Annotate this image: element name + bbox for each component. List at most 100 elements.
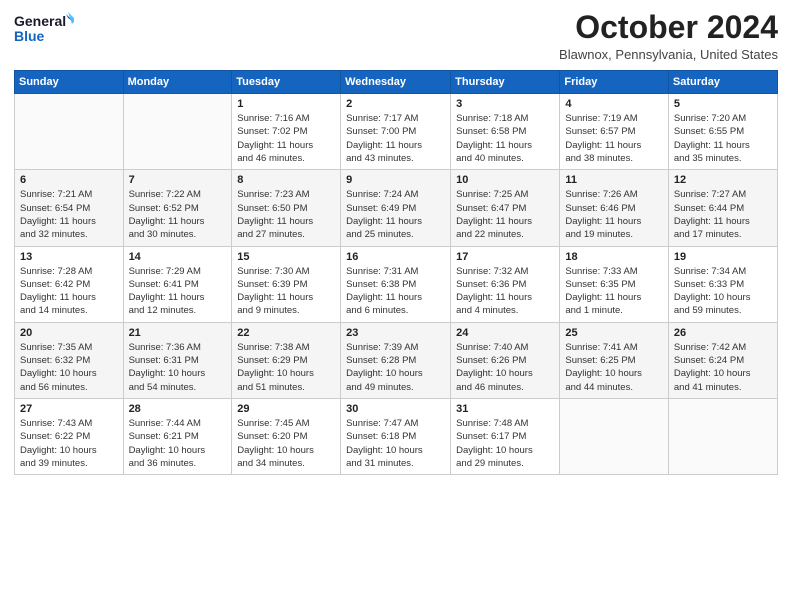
day-detail: Sunrise: 7:41 AM Sunset: 6:25 PM Dayligh… <box>565 341 663 394</box>
cell-w4-d1: 20 Sunrise: 7:35 AM Sunset: 6:32 PM Dayli… <box>15 322 124 398</box>
day-number: 7 <box>129 174 227 186</box>
day-number: 18 <box>565 251 663 263</box>
day-detail: Sunrise: 7:19 AM Sunset: 6:57 PM Dayligh… <box>565 112 663 165</box>
day-detail: Sunrise: 7:34 AM Sunset: 6:33 PM Dayligh… <box>674 265 772 318</box>
day-number: 20 <box>20 327 118 339</box>
day-detail: Sunrise: 7:44 AM Sunset: 6:21 PM Dayligh… <box>129 417 227 470</box>
day-number: 26 <box>674 327 772 339</box>
cell-w3-d6: 18 Sunrise: 7:33 AM Sunset: 6:35 PM Dayli… <box>560 246 669 322</box>
day-detail: Sunrise: 7:24 AM Sunset: 6:49 PM Dayligh… <box>346 188 445 241</box>
day-detail: Sunrise: 7:22 AM Sunset: 6:52 PM Dayligh… <box>129 188 227 241</box>
day-number: 25 <box>565 327 663 339</box>
day-detail: Sunrise: 7:18 AM Sunset: 6:58 PM Dayligh… <box>456 112 554 165</box>
day-detail: Sunrise: 7:38 AM Sunset: 6:29 PM Dayligh… <box>237 341 335 394</box>
day-detail: Sunrise: 7:23 AM Sunset: 6:50 PM Dayligh… <box>237 188 335 241</box>
cell-w3-d5: 17 Sunrise: 7:32 AM Sunset: 6:36 PM Dayli… <box>451 246 560 322</box>
header: General Blue October 2024 Blawnox, Penns… <box>14 10 778 62</box>
day-number: 14 <box>129 251 227 263</box>
cell-w1-d5: 3 Sunrise: 7:18 AM Sunset: 6:58 PM Daylig… <box>451 94 560 170</box>
day-detail: Sunrise: 7:30 AM Sunset: 6:39 PM Dayligh… <box>237 265 335 318</box>
day-detail: Sunrise: 7:29 AM Sunset: 6:41 PM Dayligh… <box>129 265 227 318</box>
day-number: 5 <box>674 98 772 110</box>
day-number: 31 <box>456 403 554 415</box>
title-area: October 2024 Blawnox, Pennsylvania, Unit… <box>559 10 778 62</box>
day-number: 9 <box>346 174 445 186</box>
day-number: 27 <box>20 403 118 415</box>
day-detail: Sunrise: 7:21 AM Sunset: 6:54 PM Dayligh… <box>20 188 118 241</box>
cell-w5-d4: 30 Sunrise: 7:47 AM Sunset: 6:18 PM Dayli… <box>341 398 451 474</box>
cell-w4-d2: 21Sunrise: 7:36 AM Sunset: 6:31 PM Dayli… <box>123 322 232 398</box>
calendar: Sunday Monday Tuesday Wednesday Thursday… <box>14 70 778 475</box>
day-detail: Sunrise: 7:25 AM Sunset: 6:47 PM Dayligh… <box>456 188 554 241</box>
day-detail: Sunrise: 7:47 AM Sunset: 6:18 PM Dayligh… <box>346 417 445 470</box>
day-number: 10 <box>456 174 554 186</box>
day-detail: Sunrise: 7:36 AM Sunset: 6:31 PM Dayligh… <box>129 341 227 394</box>
svg-text:Blue: Blue <box>14 28 45 44</box>
day-detail: Sunrise: 7:33 AM Sunset: 6:35 PM Dayligh… <box>565 265 663 318</box>
col-wednesday: Wednesday <box>341 71 451 94</box>
header-row: Sunday Monday Tuesday Wednesday Thursday… <box>15 71 778 94</box>
cell-w5-d3: 29Sunrise: 7:45 AM Sunset: 6:20 PM Dayli… <box>232 398 341 474</box>
calendar-body: 1Sunrise: 7:16 AM Sunset: 7:02 PM Daylig… <box>15 94 778 475</box>
page: General Blue October 2024 Blawnox, Penns… <box>0 0 792 481</box>
day-detail: Sunrise: 7:48 AM Sunset: 6:17 PM Dayligh… <box>456 417 554 470</box>
col-friday: Friday <box>560 71 669 94</box>
day-number: 12 <box>674 174 772 186</box>
day-number: 28 <box>129 403 227 415</box>
cell-w4-d5: 24Sunrise: 7:40 AM Sunset: 6:26 PM Dayli… <box>451 322 560 398</box>
cell-w5-d7 <box>668 398 777 474</box>
day-number: 22 <box>237 327 335 339</box>
cell-w5-d5: 31 Sunrise: 7:48 AM Sunset: 6:17 PM Dayli… <box>451 398 560 474</box>
cell-w1-d4: 2Sunrise: 7:17 AM Sunset: 7:00 PM Daylig… <box>341 94 451 170</box>
day-number: 3 <box>456 98 554 110</box>
logo-svg: General Blue <box>14 10 74 48</box>
week-row-4: 20 Sunrise: 7:35 AM Sunset: 6:32 PM Dayli… <box>15 322 778 398</box>
cell-w2-d3: 8Sunrise: 7:23 AM Sunset: 6:50 PM Daylig… <box>232 170 341 246</box>
cell-w4-d6: 25 Sunrise: 7:41 AM Sunset: 6:25 PM Dayli… <box>560 322 669 398</box>
cell-w2-d7: 12Sunrise: 7:27 AM Sunset: 6:44 PM Dayli… <box>668 170 777 246</box>
cell-w3-d4: 16Sunrise: 7:31 AM Sunset: 6:38 PM Dayli… <box>341 246 451 322</box>
cell-w5-d2: 28 Sunrise: 7:44 AM Sunset: 6:21 PM Dayli… <box>123 398 232 474</box>
cell-w1-d3: 1Sunrise: 7:16 AM Sunset: 7:02 PM Daylig… <box>232 94 341 170</box>
cell-w3-d1: 13 Sunrise: 7:28 AM Sunset: 6:42 PM Dayli… <box>15 246 124 322</box>
day-number: 4 <box>565 98 663 110</box>
cell-w2-d5: 10 Sunrise: 7:25 AM Sunset: 6:47 PM Dayli… <box>451 170 560 246</box>
cell-w1-d1 <box>15 94 124 170</box>
day-number: 19 <box>674 251 772 263</box>
cell-w2-d6: 11Sunrise: 7:26 AM Sunset: 6:46 PM Dayli… <box>560 170 669 246</box>
cell-w4-d4: 23 Sunrise: 7:39 AM Sunset: 6:28 PM Dayli… <box>341 322 451 398</box>
cell-w3-d3: 15Sunrise: 7:30 AM Sunset: 6:39 PM Dayli… <box>232 246 341 322</box>
day-number: 16 <box>346 251 445 263</box>
day-detail: Sunrise: 7:32 AM Sunset: 6:36 PM Dayligh… <box>456 265 554 318</box>
day-detail: Sunrise: 7:26 AM Sunset: 6:46 PM Dayligh… <box>565 188 663 241</box>
day-number: 13 <box>20 251 118 263</box>
cell-w2-d2: 7 Sunrise: 7:22 AM Sunset: 6:52 PM Daylig… <box>123 170 232 246</box>
day-number: 30 <box>346 403 445 415</box>
cell-w2-d4: 9 Sunrise: 7:24 AM Sunset: 6:49 PM Daylig… <box>341 170 451 246</box>
col-thursday: Thursday <box>451 71 560 94</box>
day-number: 23 <box>346 327 445 339</box>
day-number: 6 <box>20 174 118 186</box>
svg-text:General: General <box>14 13 66 29</box>
week-row-5: 27Sunrise: 7:43 AM Sunset: 6:22 PM Dayli… <box>15 398 778 474</box>
week-row-3: 13 Sunrise: 7:28 AM Sunset: 6:42 PM Dayli… <box>15 246 778 322</box>
cell-w4-d7: 26Sunrise: 7:42 AM Sunset: 6:24 PM Dayli… <box>668 322 777 398</box>
cell-w5-d6 <box>560 398 669 474</box>
col-sunday: Sunday <box>15 71 124 94</box>
col-tuesday: Tuesday <box>232 71 341 94</box>
week-row-1: 1Sunrise: 7:16 AM Sunset: 7:02 PM Daylig… <box>15 94 778 170</box>
day-detail: Sunrise: 7:39 AM Sunset: 6:28 PM Dayligh… <box>346 341 445 394</box>
day-detail: Sunrise: 7:17 AM Sunset: 7:00 PM Dayligh… <box>346 112 445 165</box>
col-monday: Monday <box>123 71 232 94</box>
week-row-2: 6 Sunrise: 7:21 AM Sunset: 6:54 PM Daylig… <box>15 170 778 246</box>
day-number: 29 <box>237 403 335 415</box>
day-number: 17 <box>456 251 554 263</box>
cell-w2-d1: 6 Sunrise: 7:21 AM Sunset: 6:54 PM Daylig… <box>15 170 124 246</box>
day-detail: Sunrise: 7:40 AM Sunset: 6:26 PM Dayligh… <box>456 341 554 394</box>
day-detail: Sunrise: 7:35 AM Sunset: 6:32 PM Dayligh… <box>20 341 118 394</box>
calendar-header: Sunday Monday Tuesday Wednesday Thursday… <box>15 71 778 94</box>
cell-w3-d2: 14 Sunrise: 7:29 AM Sunset: 6:41 PM Dayli… <box>123 246 232 322</box>
logo: General Blue <box>14 10 74 48</box>
day-number: 1 <box>237 98 335 110</box>
day-detail: Sunrise: 7:28 AM Sunset: 6:42 PM Dayligh… <box>20 265 118 318</box>
